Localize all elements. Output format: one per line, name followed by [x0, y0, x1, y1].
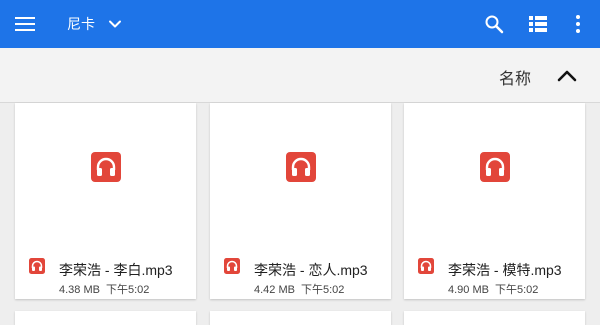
file-size: 4.42 MB	[254, 284, 295, 296]
headphones-icon	[418, 258, 434, 274]
more-vert-icon[interactable]	[566, 12, 590, 36]
file-time: 下午5:02	[105, 284, 150, 296]
file-info: 李荣浩 - 恋人.mp3 4.42 MB 下午5:02	[210, 231, 391, 299]
file-meta: 4.42 MB 下午5:02	[254, 281, 344, 297]
file-thumbnail	[15, 103, 196, 231]
file-thumbnail	[210, 103, 391, 231]
file-card-peek[interactable]	[15, 311, 196, 325]
chevron-up-icon[interactable]	[556, 65, 578, 87]
file-name: 李荣浩 - 恋人.mp3	[254, 262, 368, 278]
file-time: 下午5:02	[494, 284, 539, 296]
file-card-peek[interactable]	[404, 311, 585, 325]
file-info: 李荣浩 - 李白.mp3 4.38 MB 下午5:02	[15, 231, 196, 299]
menu-icon[interactable]	[15, 12, 39, 36]
file-grid: 李荣浩 - 李白.mp3 4.38 MB 下午5:02 李荣浩 - 恋人.mp3	[0, 103, 600, 325]
folder-title[interactable]: 尼卡	[67, 14, 95, 34]
file-size: 4.38 MB	[59, 284, 100, 296]
file-name: 李荣浩 - 模特.mp3	[448, 262, 562, 278]
headphones-icon	[29, 258, 45, 274]
file-card-peek[interactable]	[210, 311, 391, 325]
headphones-icon	[479, 152, 510, 182]
chevron-down-icon[interactable]	[107, 16, 123, 32]
file-size: 4.90 MB	[448, 284, 489, 296]
file-info: 李荣浩 - 模特.mp3 4.90 MB 下午5:02	[404, 231, 585, 299]
file-name: 李荣浩 - 李白.mp3	[59, 262, 173, 278]
list-view-icon[interactable]	[526, 12, 550, 36]
file-card[interactable]: 李荣浩 - 李白.mp3 4.38 MB 下午5:02	[15, 103, 196, 299]
search-icon[interactable]	[482, 12, 506, 36]
file-card[interactable]: 李荣浩 - 模特.mp3 4.90 MB 下午5:02	[404, 103, 585, 299]
app-bar: 尼卡	[0, 0, 600, 48]
file-meta: 4.90 MB 下午5:02	[448, 281, 538, 297]
file-card[interactable]: 李荣浩 - 恋人.mp3 4.42 MB 下午5:02	[210, 103, 391, 299]
file-meta: 4.38 MB 下午5:02	[59, 281, 149, 297]
sort-label[interactable]: 名称	[499, 65, 531, 89]
headphones-icon	[224, 258, 240, 274]
file-time: 下午5:02	[300, 284, 345, 296]
sort-bar: 名称	[0, 48, 600, 103]
headphones-icon	[285, 152, 316, 182]
headphones-icon	[90, 152, 121, 182]
file-thumbnail	[404, 103, 585, 231]
